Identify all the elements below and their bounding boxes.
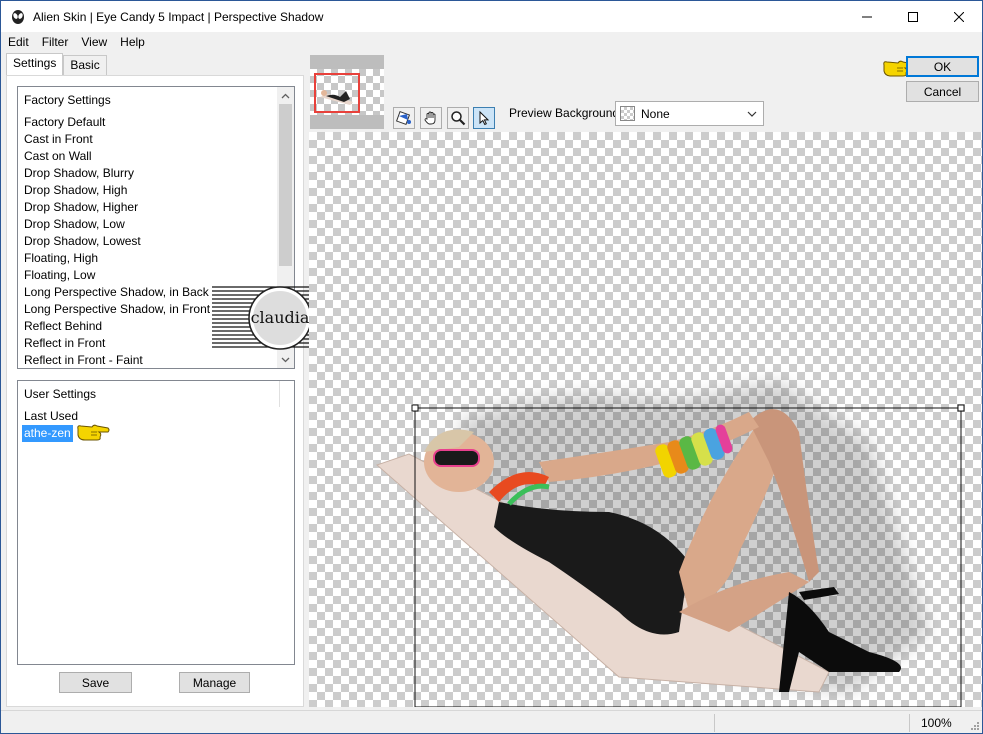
bucket-tool-button[interactable] [393,107,415,129]
alien-skin-icon [12,9,24,24]
list-item[interactable]: Cast on Wall [24,148,210,165]
settings-panel: Factory Settings Factory Default Cast in… [6,75,304,707]
list-item[interactable]: Reflect in Front [24,335,210,352]
pointing-hand-icon [77,424,110,441]
menu-help[interactable]: Help [113,35,151,49]
zoom-tool-button[interactable] [447,107,469,129]
arrow-pointer-icon [479,110,490,126]
menu-filter[interactable]: Filter [35,35,75,49]
list-item[interactable]: Factory Default [24,114,210,131]
zoom-level: 100% [921,716,952,730]
list-item[interactable]: Cast in Front [24,131,210,148]
list-item[interactable]: Drop Shadow, Low [24,216,210,233]
preview-background-select[interactable]: None [615,101,764,126]
list-item[interactable]: Drop Shadow, Lowest [24,233,210,250]
status-bar: 100% [1,710,982,733]
user-settings-list[interactable]: User Settings Last Used athe-zen [17,380,295,665]
menu-edit[interactable]: Edit [1,35,35,49]
chevron-up-icon [281,93,290,98]
hand-icon [424,111,436,125]
maximize-button[interactable] [890,1,936,32]
close-button[interactable] [936,1,982,32]
minimize-icon [862,16,872,17]
bucket-icon [396,110,411,126]
status-separator [714,714,715,732]
scroll-thumb[interactable] [279,104,292,266]
list-item[interactable]: Last Used [24,408,78,425]
maximize-icon [908,11,918,22]
navigator-viewport-frame[interactable] [314,73,360,113]
scroll-down-button[interactable] [277,351,294,368]
select-tool-button[interactable] [473,107,495,129]
preview-canvas[interactable] [309,132,982,707]
tab-settings[interactable]: Settings [6,53,64,75]
list-item[interactable]: Drop Shadow, Blurry [24,165,210,182]
list-item-selected[interactable]: athe-zen [22,425,78,442]
preview-background-value: None [641,106,670,121]
manage-button[interactable]: Manage [179,672,250,693]
ok-button[interactable]: OK [906,56,979,77]
factory-settings-heading: Factory Settings [24,93,111,107]
settings-tabs: Settings Basic [6,53,107,75]
list-item[interactable]: Reflect in Front - Faint [24,352,210,368]
magnifier-icon [451,111,466,126]
hand-tool-button[interactable] [420,107,442,129]
title-bar: Alien Skin | Eye Candy 5 Impact | Perspe… [1,1,982,32]
user-settings-heading: User Settings [24,387,97,401]
status-separator [909,714,910,732]
resize-grip-icon[interactable] [969,720,979,730]
thumbnail-figure [320,90,353,105]
app-window: Alien Skin | Eye Candy 5 Impact | Perspe… [0,0,983,734]
tab-basic[interactable]: Basic [63,55,107,75]
list-item[interactable]: Drop Shadow, High [24,182,210,199]
list-item[interactable]: Drop Shadow, Higher [24,199,210,216]
cancel-button[interactable]: Cancel [906,81,979,102]
close-icon [954,11,964,22]
list-item[interactable]: Floating, Low [24,267,210,284]
selected-setting-label: athe-zen [22,425,73,442]
menu-view[interactable]: View [74,35,113,49]
chevron-down-icon [747,111,757,117]
preview-background-label: Preview Background: [509,106,623,120]
watermark-text: claudia [251,308,310,327]
list-item[interactable]: Long Perspective Shadow, in Front [24,301,210,318]
save-button[interactable]: Save [59,672,132,693]
preview-image [376,382,965,707]
minimize-button[interactable] [844,1,890,32]
menu-bar: Edit Filter View Help [1,32,151,52]
chevron-down-icon [281,357,290,362]
list-item[interactable]: Reflect Behind [24,318,210,335]
transparency-swatch-icon [620,106,635,121]
list-item[interactable]: Long Perspective Shadow, in Back [24,284,210,301]
scroll-up-button[interactable] [277,87,294,104]
list-divider [279,381,280,407]
window-title: Alien Skin | Eye Candy 5 Impact | Perspe… [33,9,324,24]
list-item[interactable]: Floating, High [24,250,210,267]
